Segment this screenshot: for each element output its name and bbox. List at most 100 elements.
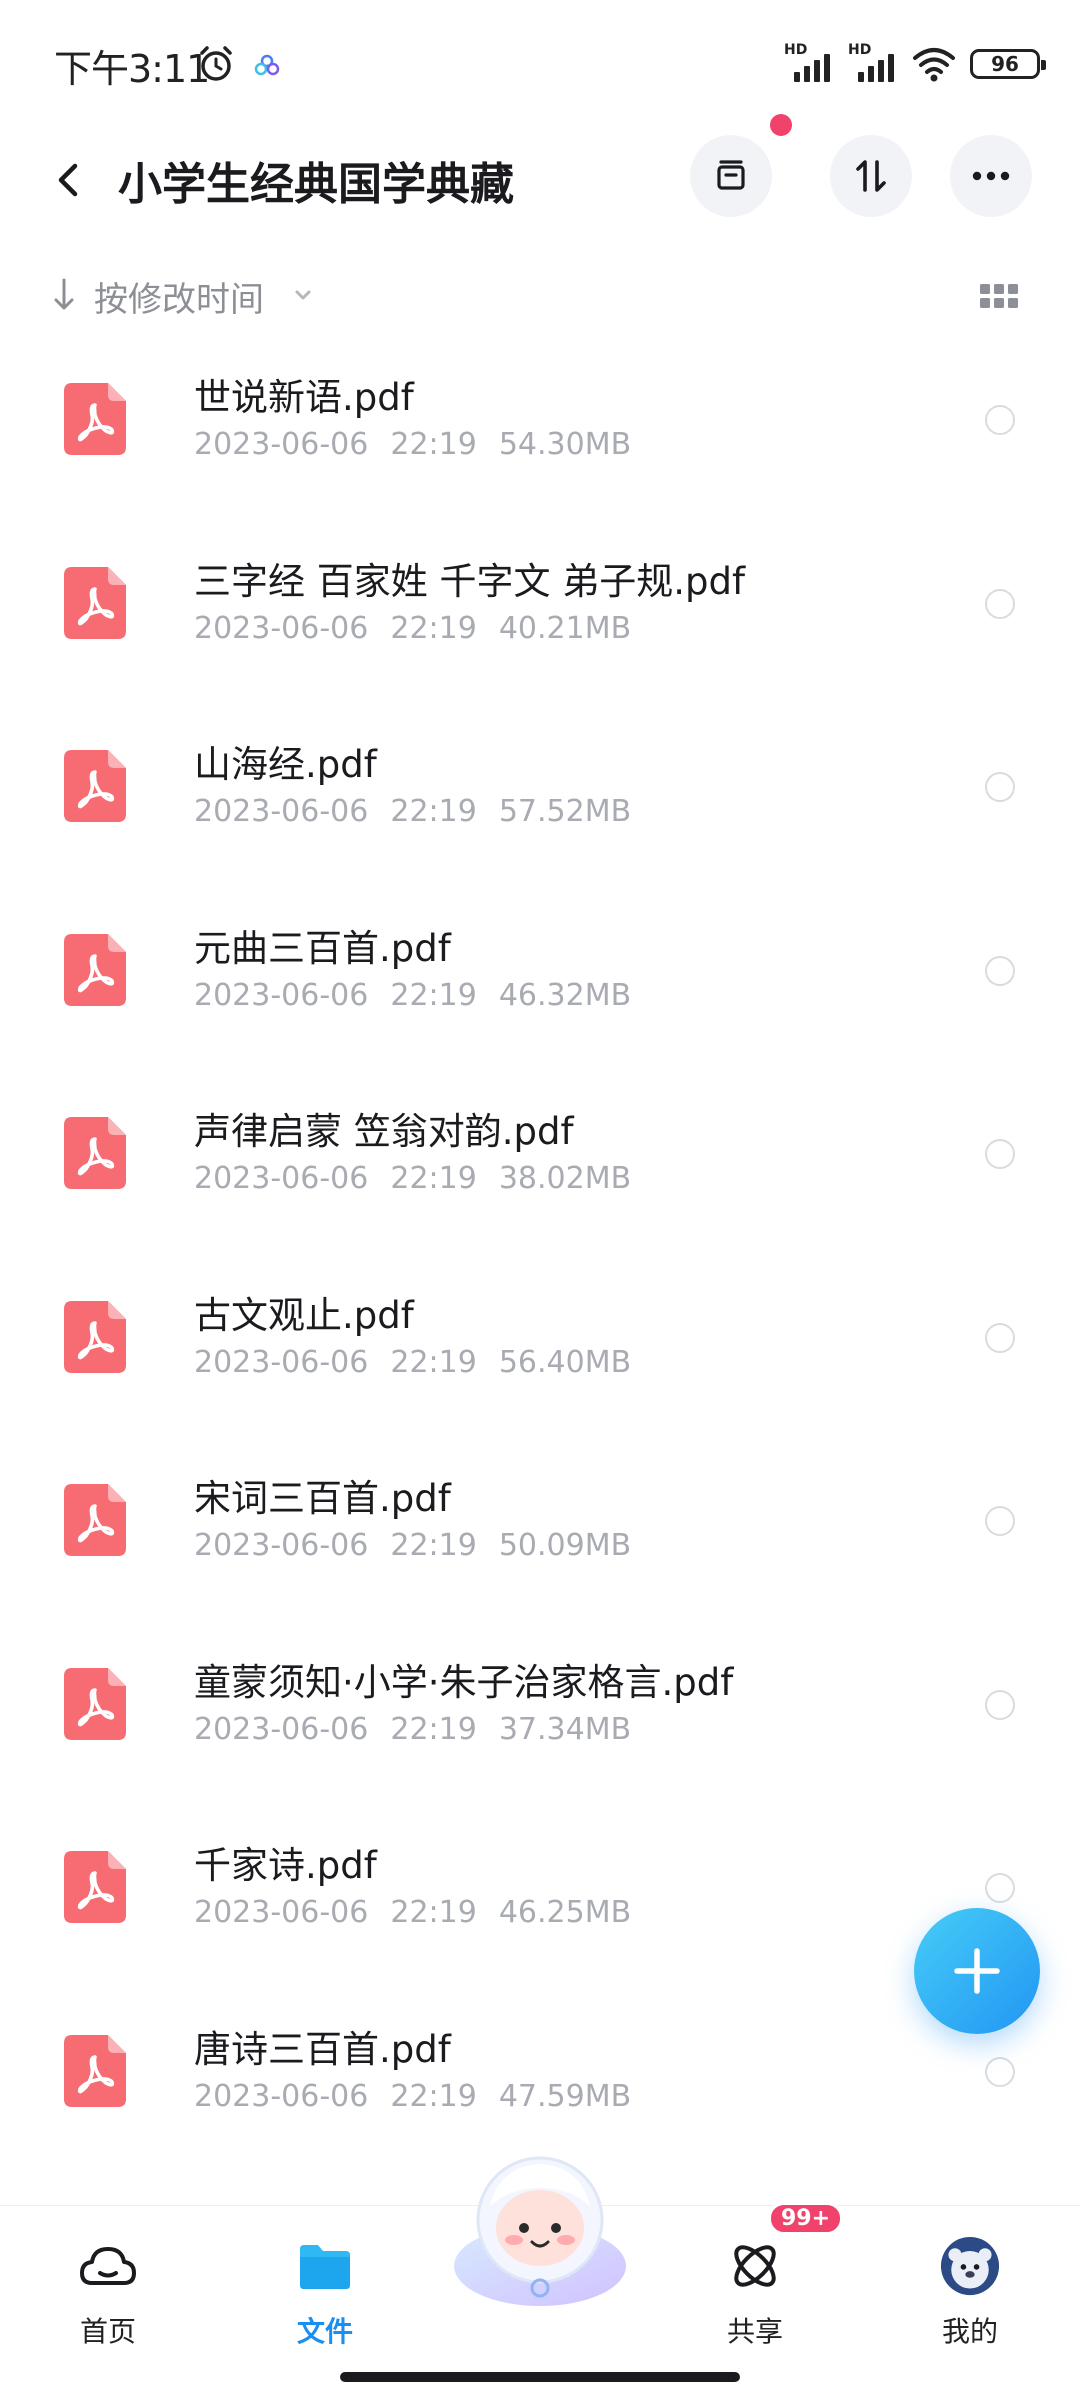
select-checkbox[interactable] [985, 2056, 1015, 2087]
file-list-item[interactable]: 世说新语.pdf 2023-06-06 22:19 54.30MB [0, 345, 1080, 531]
select-checkbox[interactable] [985, 405, 1015, 435]
file-list-item[interactable]: 元曲三百首.pdf 2023-06-06 22:19 46.32MB [0, 896, 1080, 1082]
pdf-file-icon [64, 1667, 126, 1740]
file-list-item[interactable]: 宋词三百首.pdf 2023-06-06 22:19 50.09MB [0, 1446, 1080, 1632]
file-meta: 2023-06-06 22:19 57.52MB [194, 794, 653, 829]
wifi-icon [913, 48, 955, 82]
file-date: 2023-06-06 [194, 427, 369, 462]
select-checkbox[interactable] [985, 1873, 1015, 1903]
add-button[interactable] [914, 1908, 1040, 2034]
pdf-file-icon [64, 1851, 126, 1923]
cloud-app-icon [254, 54, 280, 76]
nav-label-me: 我的 [941, 2315, 998, 2348]
nav-label-share: 共享 [726, 2315, 783, 2348]
pdf-file-icon [64, 750, 126, 822]
pdf-file-icon [64, 1484, 126, 1556]
file-name: 童蒙须知·小学·朱子治家格言.pdf [194, 1660, 734, 1704]
grid-view-icon[interactable] [980, 282, 1018, 310]
file-time: 22:19 [390, 1711, 477, 1747]
file-time: 22:19 [390, 1528, 477, 1563]
share-badge: 99+ [768, 2202, 844, 2235]
file-date: 2023-06-06 [194, 1161, 369, 1196]
nav-tab-home[interactable]: 首页 [28, 2206, 188, 2356]
file-list-item[interactable]: 声律启蒙 笠翁对韵.pdf 2023-06-06 22:19 38.02MB [0, 1079, 1080, 1265]
file-size: 56.40MB [498, 1344, 632, 1380]
file-size: 37.34MB [498, 1711, 632, 1747]
transfer-button[interactable] [830, 135, 912, 217]
signal-1-icon: HD [784, 42, 834, 84]
status-time: 下午3:11 [54, 47, 210, 91]
file-time: 22:19 [390, 1344, 477, 1380]
file-list-item[interactable]: 童蒙须知·小学·朱子治家格言.pdf 2023-06-06 22:19 37.34M… [0, 1630, 1080, 1816]
nav-label-files: 文件 [296, 2315, 353, 2348]
file-meta: 2023-06-06 22:19 46.25MB [194, 1895, 653, 1930]
mascot-assistant-button[interactable] [440, 2148, 640, 2318]
file-list-item[interactable]: 山海经.pdf 2023-06-06 22:19 57.52MB [0, 712, 1080, 898]
select-checkbox[interactable] [985, 1322, 1015, 1353]
transfer-icon [856, 160, 886, 192]
file-meta: 2023-06-06 22:19 54.30MB [194, 427, 653, 462]
file-name: 唐诗三百首.pdf [194, 2027, 451, 2071]
cloud-home-icon [80, 2247, 136, 2285]
file-date: 2023-06-06 [194, 1528, 369, 1563]
file-time: 22:19 [390, 427, 477, 462]
pdf-file-icon [64, 1117, 126, 1189]
folder-icon [300, 2245, 350, 2289]
file-name: 元曲三百首.pdf [194, 926, 451, 970]
select-checkbox[interactable] [985, 772, 1015, 802]
file-time: 22:19 [390, 610, 477, 646]
battery-indicator: 96 [970, 49, 1046, 79]
file-list-item[interactable]: 三字经 百家姓 千字文 弟子规.pdf 2023-06-06 22:19 40.21… [0, 529, 1080, 715]
nav-tab-files[interactable]: 文件 [245, 2206, 405, 2356]
avatar [940, 2236, 1000, 2296]
more-dots-icon [972, 171, 1010, 181]
page-title: 小学生经典国学典藏 [118, 159, 514, 210]
pdf-file-icon [64, 1300, 126, 1373]
file-meta: 2023-06-06 22:19 47.59MB [194, 2079, 653, 2114]
file-name: 声律启蒙 笠翁对韵.pdf [194, 1110, 574, 1153]
file-name: 千家诗.pdf [194, 1844, 377, 1887]
sort-bar: 按修改时间 [0, 262, 1080, 328]
select-checkbox[interactable] [985, 955, 1015, 986]
select-checkbox[interactable] [985, 1689, 1015, 1720]
file-meta: 2023-06-06 22:19 38.02MB [194, 1161, 653, 1196]
file-time: 22:19 [390, 1895, 477, 1930]
share-orbit-icon [734, 2245, 776, 2287]
arrow-down-icon [54, 278, 74, 310]
file-size: 50.09MB [498, 1528, 632, 1563]
file-date: 2023-06-06 [194, 794, 369, 829]
select-checkbox[interactable] [985, 1139, 1015, 1169]
select-checkbox[interactable] [985, 1506, 1015, 1536]
nav-tab-share[interactable]: 99+ 共享 [675, 2202, 844, 2356]
file-name: 山海经.pdf [194, 743, 377, 786]
file-time: 22:19 [390, 1161, 477, 1196]
sort-dropdown[interactable]: 按修改时间 [94, 272, 264, 321]
plus-icon [954, 1948, 1000, 1994]
back-button[interactable] [40, 152, 96, 208]
select-checkbox[interactable] [985, 588, 1015, 619]
file-time: 22:19 [390, 2078, 477, 2114]
archive-button[interactable] [690, 135, 772, 217]
pdf-file-icon [64, 2034, 126, 2107]
file-date: 2023-06-06 [194, 1711, 369, 1747]
file-size: 47.59MB [498, 2078, 632, 2114]
file-date: 2023-06-06 [194, 2078, 369, 2114]
file-size: 40.21MB [498, 610, 632, 646]
file-name: 宋词三百首.pdf [194, 1477, 451, 1520]
file-size: 54.30MB [498, 427, 632, 462]
file-size: 46.25MB [498, 1895, 632, 1930]
home-indicator [340, 2372, 740, 2382]
chevron-left-icon [58, 163, 78, 197]
status-bar: 下午3:11 HD HD 96 [0, 0, 1080, 120]
file-meta: 2023-06-06 22:19 40.21MB [194, 611, 653, 646]
file-size: 46.32MB [498, 977, 632, 1013]
file-name: 古文观止.pdf [194, 1293, 414, 1337]
pdf-file-icon [64, 933, 126, 1006]
pdf-file-icon [64, 383, 126, 455]
nav-tab-me[interactable]: 我的 [890, 2206, 1050, 2356]
more-button[interactable] [950, 135, 1032, 217]
file-date: 2023-06-06 [194, 610, 369, 646]
header: 小学生经典国学典藏 [0, 130, 1080, 230]
file-list-item[interactable]: 古文观止.pdf 2023-06-06 22:19 56.40MB [0, 1263, 1080, 1449]
archive-icon [717, 160, 745, 190]
